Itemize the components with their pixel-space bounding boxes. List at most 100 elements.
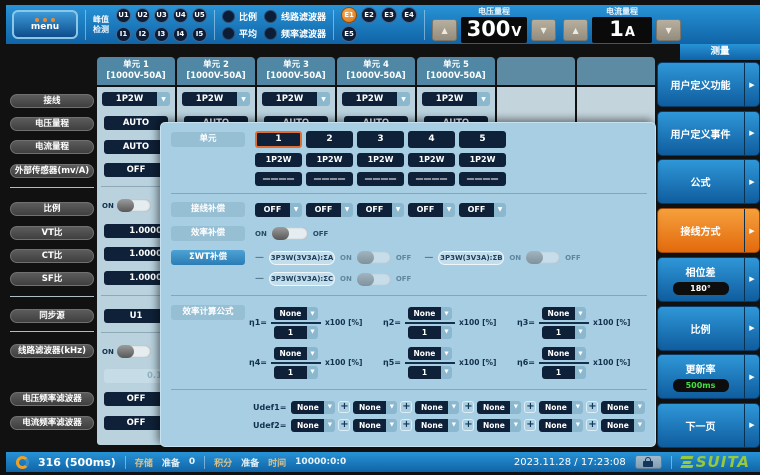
eta6-denominator-dropdown[interactable]: 1▼ xyxy=(542,366,586,379)
udef1-plus1-button[interactable]: + xyxy=(338,401,350,413)
udef2-term6-dropdown[interactable]: None▼ xyxy=(601,419,645,432)
wiring-type-button-5[interactable]: 1P2W xyxy=(459,153,506,167)
swt-item-c-button[interactable]: 3P3W(3V3A):ΣC xyxy=(269,272,335,286)
current-range-down-button[interactable]: ▼ xyxy=(656,19,681,41)
nav-line-filter[interactable]: 线路滤波器(kHz) xyxy=(10,344,94,358)
voltage-range-up-button[interactable]: ▲ xyxy=(432,19,457,41)
nav-voltage-range[interactable]: 电压量程 xyxy=(10,117,94,131)
udef1-term2-dropdown[interactable]: None▼ xyxy=(353,401,397,414)
eta1-numerator-dropdown[interactable]: None▼ xyxy=(274,307,318,320)
wiring-type-button-3[interactable]: 1P2W xyxy=(357,153,404,167)
udef1-plus2-button[interactable]: + xyxy=(400,401,412,413)
eff-comp-toggle[interactable] xyxy=(272,227,308,240)
wiring-comp-dropdown-2[interactable]: OFF▼ xyxy=(306,203,353,217)
unit1-i-freq-filter-button[interactable]: OFF xyxy=(104,416,168,430)
wiring-pattern-button-5[interactable]: ———— xyxy=(459,172,506,186)
current-range-up-button[interactable]: ▲ xyxy=(563,19,588,41)
unit5-wiring-dropdown[interactable]: 1P2W▼ xyxy=(422,92,490,106)
unit-button-4[interactable]: 4 xyxy=(408,131,455,148)
unit-button-1-selected[interactable]: 1 xyxy=(255,131,302,148)
wiring-pattern-button-1[interactable]: ———— xyxy=(255,172,302,186)
nav-ext-sensor[interactable]: 外部传感器(mv/A) xyxy=(10,164,94,178)
eta2-denominator-dropdown[interactable]: 1▼ xyxy=(408,326,452,339)
nav-i-freq-filter[interactable]: 电流频率滤波器 xyxy=(10,416,94,430)
nav-sf-ratio[interactable]: SF比 xyxy=(10,272,94,286)
udef2-plus5-button[interactable]: + xyxy=(586,419,598,431)
unit-button-3[interactable]: 3 xyxy=(357,131,404,148)
nav-sync-source[interactable]: 同步源 xyxy=(10,309,94,323)
wiring-pattern-button-3[interactable]: ———— xyxy=(357,172,404,186)
user-func-button[interactable]: 用户定义功能 ▶ xyxy=(657,62,760,107)
unit-button-2[interactable]: 2 xyxy=(306,131,353,148)
udef2-plus3-button[interactable]: + xyxy=(462,419,474,431)
unit1-ratio-toggle[interactable] xyxy=(117,199,151,212)
swt-item-b-button[interactable]: 3P3W(3V3A):ΣB xyxy=(438,251,504,265)
eta1-denominator-dropdown[interactable]: 1▼ xyxy=(274,326,318,339)
wiring-comp-dropdown-1[interactable]: OFF▼ xyxy=(255,203,302,217)
udef1-plus5-button[interactable]: + xyxy=(586,401,598,413)
menu-button[interactable]: menu xyxy=(12,10,78,39)
eta5-numerator-dropdown[interactable]: None▼ xyxy=(408,347,452,360)
eta3-denominator-dropdown[interactable]: 1▼ xyxy=(542,326,586,339)
unit-button-5[interactable]: 5 xyxy=(459,131,506,148)
wiring-comp-dropdown-3[interactable]: OFF▼ xyxy=(357,203,404,217)
ratio-button[interactable]: 比例 ▶ xyxy=(657,306,760,351)
wiring-pattern-button-2[interactable]: ———— xyxy=(306,172,353,186)
unit1-ct-value[interactable]: 1.0000 xyxy=(104,247,168,261)
udef1-term5-dropdown[interactable]: None▼ xyxy=(539,401,583,414)
nav-wiring[interactable]: 接线 xyxy=(10,94,94,108)
wiring-type-button-1[interactable]: 1P2W xyxy=(255,153,302,167)
next-page-button[interactable]: 下一页 ▶ xyxy=(657,403,760,448)
eta5-denominator-dropdown[interactable]: 1▼ xyxy=(408,366,452,379)
wiring-comp-dropdown-5[interactable]: OFF▼ xyxy=(459,203,506,217)
formula-button[interactable]: 公式 ▶ xyxy=(657,159,760,204)
udef1-term6-dropdown[interactable]: None▼ xyxy=(601,401,645,414)
udef1-term4-dropdown[interactable]: None▼ xyxy=(477,401,521,414)
unit1-wiring-dropdown[interactable]: 1P2W▼ xyxy=(102,92,170,106)
eta3-numerator-dropdown[interactable]: None▼ xyxy=(542,307,586,320)
udef2-plus2-button[interactable]: + xyxy=(400,419,412,431)
udef1-plus4-button[interactable]: + xyxy=(524,401,536,413)
udef2-plus1-button[interactable]: + xyxy=(338,419,350,431)
eta6-numerator-dropdown[interactable]: None▼ xyxy=(542,347,586,360)
udef2-plus4-button[interactable]: + xyxy=(524,419,536,431)
udef1-term3-dropdown[interactable]: None▼ xyxy=(415,401,459,414)
wiring-mode-button-active[interactable]: 接线方式 ▶ xyxy=(657,208,760,253)
unit1-ext-sensor-button[interactable]: OFF xyxy=(104,163,168,177)
wiring-type-button-2[interactable]: 1P2W xyxy=(306,153,353,167)
swt-item-a-button[interactable]: 3P3W(3V3A):ΣA xyxy=(269,251,335,265)
udef2-term4-dropdown[interactable]: None▼ xyxy=(477,419,521,432)
eta4-numerator-dropdown[interactable]: None▼ xyxy=(274,347,318,360)
unit3-wiring-dropdown[interactable]: 1P2W▼ xyxy=(262,92,330,106)
user-event-button[interactable]: 用户定义事件 ▶ xyxy=(657,111,760,156)
unit1-vt-value[interactable]: 1.0000 xyxy=(104,224,168,238)
update-rate-button[interactable]: 更新率 500ms ▶ xyxy=(657,354,760,399)
wiring-pattern-button-4[interactable]: ———— xyxy=(408,172,455,186)
unit1-line-filter-toggle[interactable] xyxy=(117,345,151,358)
udef2-term5-dropdown[interactable]: None▼ xyxy=(539,419,583,432)
udef2-term3-dropdown[interactable]: None▼ xyxy=(415,419,459,432)
unit1-voltage-range-button[interactable]: AUTO xyxy=(104,116,168,130)
udef1-term1-dropdown[interactable]: None▼ xyxy=(291,401,335,414)
nav-current-range[interactable]: 电流量程 xyxy=(10,140,94,154)
wiring-comp-dropdown-4[interactable]: OFF▼ xyxy=(408,203,455,217)
lock-button[interactable] xyxy=(635,455,662,469)
phase-diff-button[interactable]: 相位差 180° ▶ xyxy=(657,257,760,302)
voltage-range-down-button[interactable]: ▼ xyxy=(531,19,556,41)
nav-ct-ratio[interactable]: CT比 xyxy=(10,249,94,263)
nav-ratio[interactable]: 比例 xyxy=(10,202,94,216)
unit1-sync-source-button[interactable]: U1 xyxy=(104,309,168,323)
nav-u-freq-filter[interactable]: 电压频率滤波器 xyxy=(10,392,94,406)
nav-vt-ratio[interactable]: VT比 xyxy=(10,226,94,240)
eta4-denominator-dropdown[interactable]: 1▼ xyxy=(274,366,318,379)
udef2-term1-dropdown[interactable]: None▼ xyxy=(291,419,335,432)
udef2-term2-dropdown[interactable]: None▼ xyxy=(353,419,397,432)
eta2-numerator-dropdown[interactable]: None▼ xyxy=(408,307,452,320)
udef1-plus3-button[interactable]: + xyxy=(462,401,474,413)
unit1-sf-value[interactable]: 1.0000 xyxy=(104,271,168,285)
unit1-current-range-button[interactable]: AUTO xyxy=(104,140,168,154)
wiring-type-button-4[interactable]: 1P2W xyxy=(408,153,455,167)
unit2-wiring-dropdown[interactable]: 1P2W▼ xyxy=(182,92,250,106)
unit4-wiring-dropdown[interactable]: 1P2W▼ xyxy=(342,92,410,106)
unit1-u-freq-filter-button[interactable]: OFF xyxy=(104,392,168,406)
